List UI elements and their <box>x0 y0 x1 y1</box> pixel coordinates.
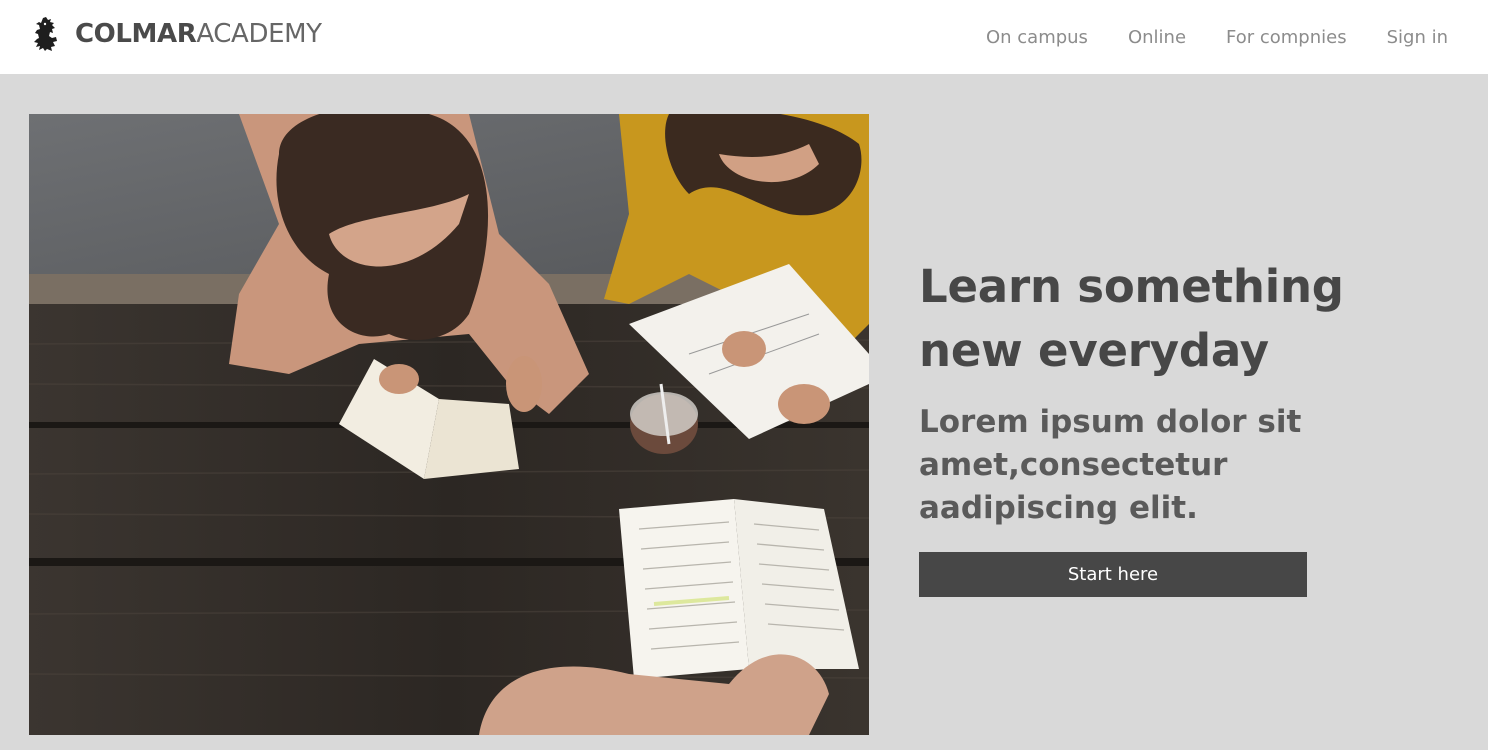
start-here-button[interactable]: Start here <box>919 552 1307 597</box>
nav-link-online[interactable]: Online <box>1128 27 1186 48</box>
lion-rampant-icon <box>34 17 57 51</box>
brand-name: COLMARACADEMY <box>75 14 322 54</box>
students-studying-photo <box>29 114 869 735</box>
nav-link-sign-in[interactable]: Sign in <box>1387 27 1448 48</box>
brand-home-link[interactable]: COLMARACADEMY <box>30 14 322 54</box>
site-header: COLMARACADEMY On campus Online For compn… <box>0 0 1488 74</box>
brand-name-bold: COLMAR <box>75 19 197 49</box>
hero-title-line-1: Learn something <box>919 260 1344 313</box>
main-nav: On campus Online For compnies Sign in <box>946 0 1448 74</box>
nav-link-on-campus[interactable]: On campus <box>986 27 1088 48</box>
nav-link-for-companies[interactable]: For compnies <box>1226 27 1347 48</box>
hero-title-line-2: new everyday <box>919 324 1269 377</box>
hero-section: Learn something new everyday Lorem ipsum … <box>919 255 1459 597</box>
hero-photo-illustration <box>29 114 869 735</box>
brand-name-light: ACADEMY <box>196 19 322 49</box>
hero-title: Learn something new everyday <box>919 255 1459 383</box>
hero-subtitle: Lorem ipsum dolor sit amet,consectetur a… <box>919 404 1302 526</box>
